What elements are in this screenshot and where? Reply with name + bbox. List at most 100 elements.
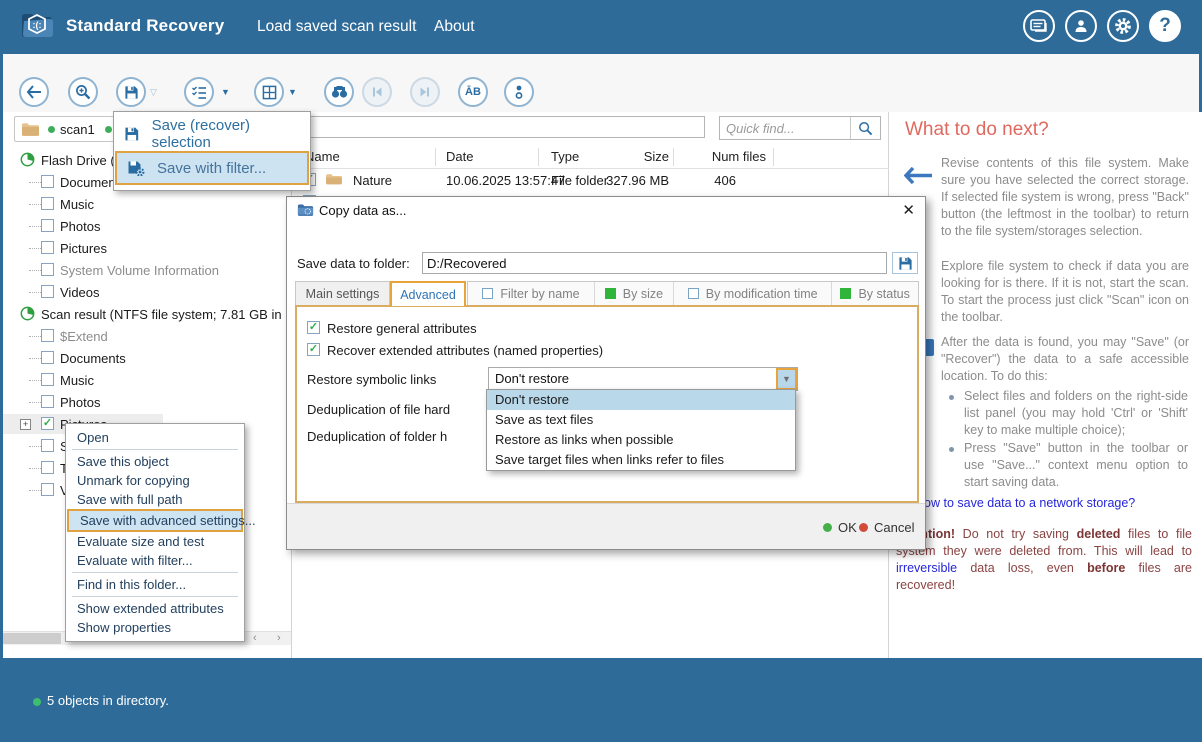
irreversible-link[interactable]: irreversible xyxy=(896,561,957,575)
expand-icon[interactable]: + xyxy=(20,419,31,430)
status-text: 5 objects in directory. xyxy=(47,693,169,708)
dropdown-option-dont-restore[interactable]: Don't restore xyxy=(487,390,795,410)
dropdown-option-restore-as-links[interactable]: Restore as links when possible xyxy=(487,430,795,450)
tree-node[interactable]: Music xyxy=(3,370,292,390)
browse-save-button[interactable] xyxy=(892,252,918,274)
column-date[interactable]: Date xyxy=(446,149,473,164)
tree-checkbox[interactable]: ✓ xyxy=(41,417,54,430)
tree-checkbox[interactable] xyxy=(41,219,54,232)
find-button[interactable] xyxy=(324,77,354,107)
context-item-evaluate-with-filter[interactable]: Evaluate with filter... xyxy=(66,551,244,570)
menu-item-save-with-filter[interactable]: Save with filter... xyxy=(115,151,309,185)
tab-by-modification-time[interactable]: By modification time xyxy=(674,282,832,305)
tree-checkbox[interactable] xyxy=(41,175,54,188)
scroll-right-icon[interactable]: › xyxy=(277,632,281,644)
tab-by-size[interactable]: By size xyxy=(595,282,674,305)
tree-node[interactable]: Photos xyxy=(3,392,292,412)
scroll-left-icon[interactable]: ‹ xyxy=(253,632,257,644)
save-folder-input[interactable] xyxy=(422,252,887,274)
tree-node-scan-result[interactable]: Scan result (NTFS file system; 7.81 GB i… xyxy=(3,304,292,324)
file-row-nature[interactable]: ✓ Nature 10.06.2025 13:57:47 File folder… xyxy=(292,169,889,191)
tree-checkbox[interactable] xyxy=(41,241,54,254)
context-item-show-extended-attributes[interactable]: Show extended attributes xyxy=(66,599,244,618)
tree-checkbox[interactable] xyxy=(41,263,54,276)
tree-node[interactable]: Videos xyxy=(3,282,292,302)
messages-icon[interactable] xyxy=(1023,10,1055,42)
top-bar: :(: Standard Recovery Load saved scan re… xyxy=(0,0,1202,54)
context-item-save-this-object[interactable]: Save this object xyxy=(66,452,244,471)
tree-checkbox[interactable] xyxy=(41,329,54,342)
column-num-files[interactable]: Num files xyxy=(701,149,766,164)
encoding-button[interactable]: ĀB xyxy=(458,77,488,107)
recover-extended-checkbox[interactable]: ✓ xyxy=(307,343,320,356)
help-icon[interactable]: ? xyxy=(1149,10,1181,42)
view-grid-button[interactable] xyxy=(254,77,284,107)
tree-node[interactable]: Music xyxy=(3,194,292,214)
tab-main-settings[interactable]: Main settings xyxy=(295,281,390,306)
path-input[interactable] xyxy=(299,116,705,138)
tree-checkbox[interactable] xyxy=(41,285,54,298)
column-type[interactable]: Type xyxy=(551,149,579,164)
filter-checkbox-on[interactable] xyxy=(840,288,851,299)
cancel-button[interactable]: Cancel xyxy=(859,520,914,535)
back-button[interactable] xyxy=(19,77,49,107)
tip-bullet: Press "Save" button in the toolbar or us… xyxy=(964,440,1188,491)
menu-about[interactable]: About xyxy=(434,18,475,36)
save-dropdown-button[interactable]: ▽ xyxy=(150,87,157,98)
tip-paragraph: Explore file system to check if data you… xyxy=(941,258,1189,326)
tree-node[interactable]: Photos xyxy=(3,216,292,236)
save-button[interactable] xyxy=(116,77,146,107)
filter-checkbox[interactable] xyxy=(688,288,699,299)
column-size[interactable]: Size xyxy=(607,149,669,164)
view-list-button[interactable] xyxy=(184,77,214,107)
tree-checkbox[interactable] xyxy=(41,395,54,408)
symbolic-links-combo[interactable]: Don't restore ▼ xyxy=(488,367,798,391)
copy-data-dialog: Copy data as... ✕ Save data to folder: M… xyxy=(286,196,926,550)
back-arrow-icon xyxy=(26,85,42,99)
tree-checkbox[interactable] xyxy=(41,197,54,210)
tree-checkbox[interactable] xyxy=(41,461,54,474)
context-item-save-with-full-path[interactable]: Save with full path xyxy=(66,490,244,509)
dialog-title: Copy data as... xyxy=(319,203,406,218)
sort-button[interactable] xyxy=(504,77,534,107)
context-item-open[interactable]: Open xyxy=(66,428,244,447)
context-item-show-properties[interactable]: Show properties xyxy=(66,618,244,637)
view-list-dropdown-button[interactable]: ▼ xyxy=(221,87,230,97)
restore-attributes-checkbox[interactable]: ✓ xyxy=(307,321,320,334)
quick-find-button[interactable] xyxy=(850,117,880,139)
tab-filter-by-name[interactable]: Filter by name xyxy=(468,282,595,305)
account-icon[interactable] xyxy=(1065,10,1097,42)
menu-item-save-recover-selection[interactable]: Save (recover) selection xyxy=(114,117,310,151)
tree-checkbox[interactable] xyxy=(41,373,54,386)
ok-button[interactable]: OK xyxy=(823,520,857,535)
tree-node[interactable]: System Volume Information xyxy=(3,260,292,280)
save-folder-label: Save data to folder: xyxy=(297,256,410,271)
tab-by-status[interactable]: By status xyxy=(832,282,918,305)
context-item-find-in-this-folder[interactable]: Find in this folder... xyxy=(66,575,244,594)
filter-checkbox-on[interactable] xyxy=(605,288,616,299)
tree-node[interactable]: Documents xyxy=(3,348,292,368)
tree-checkbox[interactable] xyxy=(41,483,54,496)
combo-arrow-icon[interactable]: ▼ xyxy=(776,368,797,390)
dropdown-option-save-target-files[interactable]: Save target files when links refer to fi… xyxy=(487,450,795,470)
quick-find-input[interactable] xyxy=(720,117,850,139)
scrollbar-thumb[interactable] xyxy=(3,633,61,644)
view-grid-dropdown-button[interactable]: ▼ xyxy=(288,87,297,97)
scan-button[interactable] xyxy=(68,77,98,107)
context-item-evaluate-size-and-test[interactable]: Evaluate size and test xyxy=(66,532,244,551)
tree-checkbox[interactable] xyxy=(41,439,54,452)
status-dot xyxy=(105,126,112,133)
settings-icon[interactable] xyxy=(1107,10,1139,42)
tree-node[interactable]: $Extend xyxy=(3,326,292,346)
menu-load-saved-scan[interactable]: Load saved scan result xyxy=(257,18,416,36)
tree-checkbox[interactable] xyxy=(41,351,54,364)
close-icon[interactable]: ✕ xyxy=(902,201,915,219)
dropdown-option-save-as-text[interactable]: Save as text files xyxy=(487,410,795,430)
filter-checkbox[interactable] xyxy=(482,288,493,299)
tree-tab-scan1[interactable]: scan1 xyxy=(60,122,95,137)
context-item-unmark-for-copying[interactable]: Unmark for copying xyxy=(66,471,244,490)
tree-node[interactable]: Pictures xyxy=(3,238,292,258)
tab-advanced[interactable]: Advanced xyxy=(390,281,466,306)
context-item-save-with-advanced-settings[interactable]: Save with advanced settings... xyxy=(67,509,243,532)
network-storage-link[interactable]: How to save data to a network storage? xyxy=(915,496,1135,510)
